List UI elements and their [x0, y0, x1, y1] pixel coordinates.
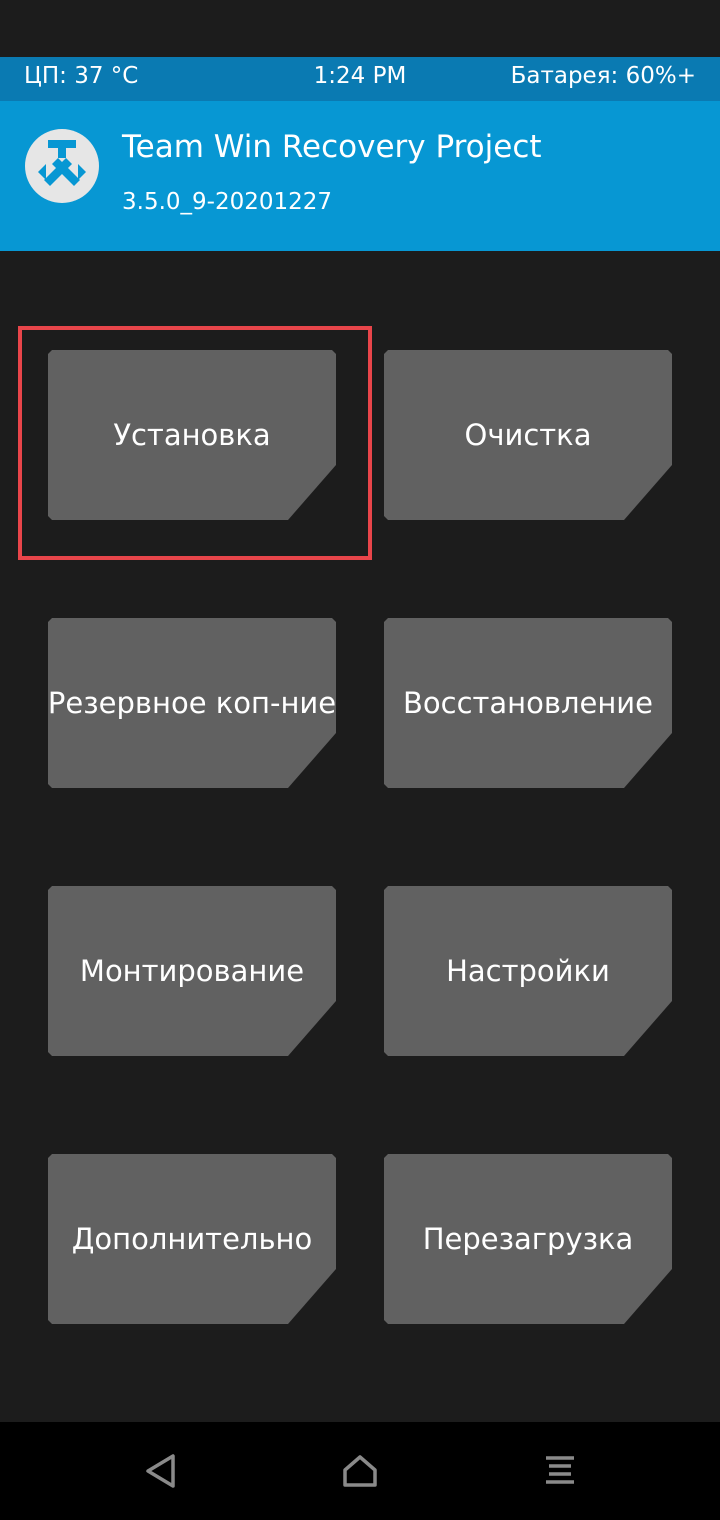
menu-lines-icon[interactable] [535, 1446, 585, 1496]
app-title: Team Win Recovery Project [122, 129, 542, 165]
navigation-bar [0, 1422, 720, 1520]
reboot-button[interactable]: Перезагрузка [384, 1154, 672, 1324]
mount-button[interactable]: Монтирование [48, 886, 336, 1056]
home-icon[interactable] [335, 1446, 385, 1496]
settings-button[interactable]: Настройки [384, 886, 672, 1056]
advanced-button[interactable]: Дополнительно [48, 1154, 336, 1324]
install-button[interactable]: Установка [48, 350, 336, 520]
wipe-button[interactable]: Очистка [384, 350, 672, 520]
restore-button[interactable]: Восстановление [384, 618, 672, 788]
twrp-logo-icon [25, 129, 99, 203]
battery-status: Батарея: 60%+ [510, 63, 696, 89]
app-version: 3.5.0_9-20201227 [122, 189, 333, 215]
top-inset [0, 0, 720, 57]
twrp-main-screen: ЦП: 37 °C 1:24 PM Батарея: 60%+ Team Win… [0, 0, 720, 1520]
status-bar: ЦП: 37 °C 1:24 PM Батарея: 60%+ [0, 57, 720, 101]
app-header: Team Win Recovery Project 3.5.0_9-202012… [0, 101, 720, 251]
back-triangle-icon[interactable] [136, 1446, 186, 1496]
backup-button[interactable]: Резервное коп-ние [48, 618, 336, 788]
